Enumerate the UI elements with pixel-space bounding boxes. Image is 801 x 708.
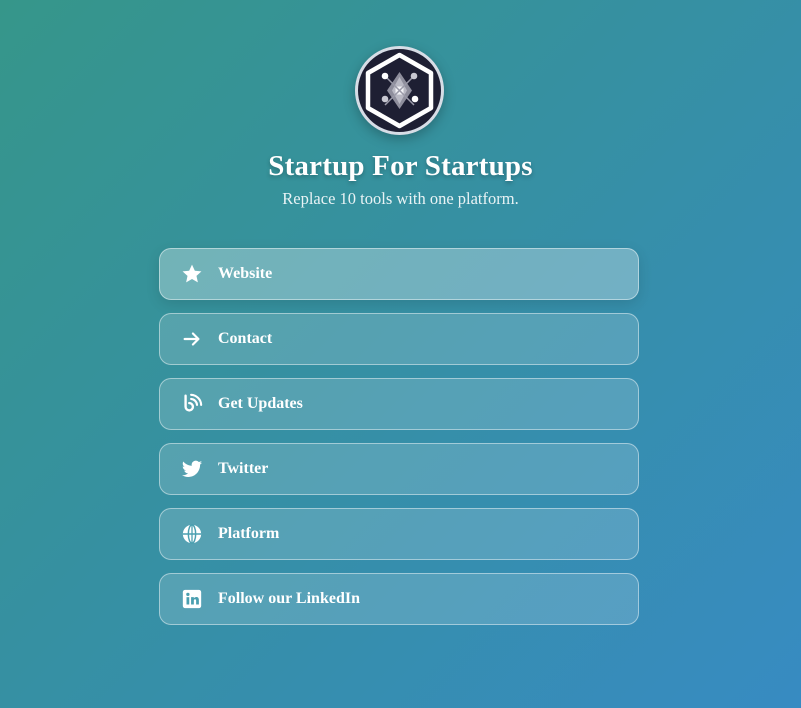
get-updates-link-button[interactable]: Get Updates: [159, 378, 639, 430]
website-link-button[interactable]: Website: [159, 248, 639, 300]
get-updates-link-label: Get Updates: [218, 395, 303, 412]
linkedin-link-label: Follow our LinkedIn: [218, 590, 360, 607]
hexagon-logo-icon: [365, 52, 434, 129]
twitter-link-button[interactable]: Twitter: [159, 443, 639, 495]
twitter-icon: [181, 458, 203, 480]
contact-link-label: Contact: [218, 330, 273, 347]
platform-link-button[interactable]: Platform: [159, 508, 639, 560]
rss-feed-icon: [181, 393, 203, 415]
linkedin-icon: [181, 588, 203, 610]
website-link-label: Website: [218, 265, 273, 282]
star-icon: [181, 263, 203, 285]
logo-avatar: [355, 46, 444, 135]
arrow-right-icon: [181, 328, 203, 350]
linkedin-link-button[interactable]: Follow our LinkedIn: [159, 573, 639, 625]
contact-link-button[interactable]: Contact: [159, 313, 639, 365]
platform-link-label: Platform: [218, 525, 280, 542]
link-list: Website Contact Get Updates Twitter Plat…: [159, 248, 639, 638]
page-subtitle: Replace 10 tools with one platform.: [282, 189, 519, 208]
globe-icon: [181, 523, 203, 545]
twitter-link-label: Twitter: [218, 460, 269, 477]
page-title: Startup For Startups: [268, 150, 533, 182]
